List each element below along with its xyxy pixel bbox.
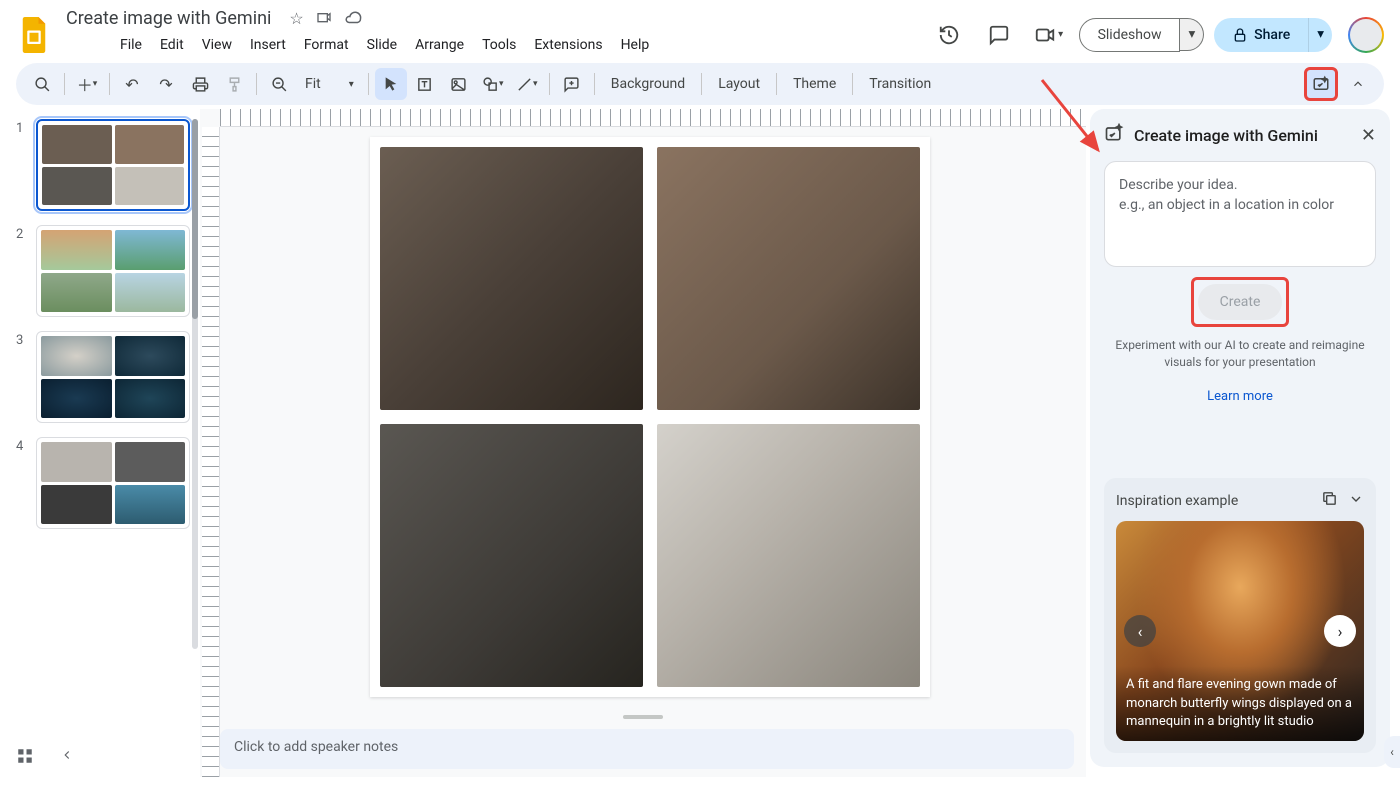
menu-arrange[interactable]: Arrange bbox=[407, 33, 472, 57]
history-icon[interactable] bbox=[929, 15, 969, 55]
slides-logo[interactable] bbox=[16, 17, 52, 53]
prompt-placeholder-line2: e.g., an object in a location in color bbox=[1119, 196, 1361, 216]
slide-thumb-4[interactable] bbox=[36, 437, 190, 529]
ruler-horizontal[interactable] bbox=[220, 109, 1086, 127]
slide-num: 1 bbox=[16, 119, 30, 211]
select-tool-icon[interactable] bbox=[375, 68, 407, 100]
slide-image-1[interactable] bbox=[380, 147, 643, 410]
shape-icon[interactable]: ▾ bbox=[477, 68, 509, 100]
close-icon[interactable]: ✕ bbox=[1361, 125, 1376, 146]
slide-image-4[interactable] bbox=[657, 424, 920, 687]
slide-thumb-3[interactable] bbox=[36, 331, 190, 423]
search-menu-icon[interactable] bbox=[26, 68, 58, 100]
menu-format[interactable]: Format bbox=[296, 33, 357, 57]
image-icon[interactable] bbox=[443, 68, 475, 100]
account-avatar[interactable] bbox=[1348, 17, 1384, 53]
slide-num: 4 bbox=[16, 437, 30, 529]
menubar: File Edit View Insert Format Slide Arran… bbox=[60, 31, 921, 63]
zoom-value: Fit bbox=[305, 76, 321, 92]
menu-view[interactable]: View bbox=[194, 33, 240, 57]
share-dropdown[interactable]: ▾ bbox=[1308, 18, 1332, 52]
redo-icon[interactable]: ↷ bbox=[150, 68, 182, 100]
print-icon[interactable] bbox=[184, 68, 216, 100]
inspiration-prev-icon[interactable]: ‹ bbox=[1124, 615, 1156, 647]
undo-icon[interactable]: ↶ bbox=[116, 68, 148, 100]
layout-button[interactable]: Layout bbox=[708, 70, 770, 98]
collapse-filmstrip-icon[interactable] bbox=[60, 747, 74, 769]
present-video-icon[interactable]: ▾ bbox=[1029, 15, 1069, 55]
slide-thumb-1[interactable] bbox=[36, 119, 190, 211]
menu-insert[interactable]: Insert bbox=[242, 33, 294, 57]
toolbar: ＋ ▾ ↶ ↷ Fit▾ ▾ ▾ Background Layout Theme… bbox=[16, 63, 1384, 105]
slideshow-button[interactable]: Slideshow bbox=[1079, 18, 1181, 52]
create-button-highlight: Create bbox=[1191, 277, 1290, 327]
create-button[interactable]: Create bbox=[1198, 284, 1283, 320]
menu-tools[interactable]: Tools bbox=[474, 33, 524, 57]
slideshow-dropdown[interactable]: ▾ bbox=[1180, 18, 1204, 51]
menu-slide[interactable]: Slide bbox=[359, 33, 405, 57]
inspiration-next-icon[interactable]: › bbox=[1324, 615, 1356, 647]
collapse-toolbar-icon[interactable] bbox=[1342, 68, 1374, 100]
doc-title[interactable]: Create image with Gemini bbox=[60, 6, 277, 31]
share-label: Share bbox=[1254, 27, 1290, 43]
filmstrip-scrollbar[interactable] bbox=[192, 119, 198, 649]
background-button[interactable]: Background bbox=[601, 70, 695, 98]
gemini-image-tool-icon[interactable] bbox=[1304, 67, 1338, 101]
comments-icon[interactable] bbox=[979, 15, 1019, 55]
menu-file[interactable]: File bbox=[112, 33, 150, 57]
slide-thumb-2[interactable] bbox=[36, 225, 190, 317]
sidepanel-description: Experiment with our AI to create and rei… bbox=[1104, 337, 1376, 371]
menu-extensions[interactable]: Extensions bbox=[526, 33, 610, 57]
slide-canvas[interactable] bbox=[370, 137, 930, 697]
cloud-status-icon[interactable] bbox=[344, 9, 362, 31]
sidepanel-title: Create image with Gemini bbox=[1134, 126, 1351, 145]
side-toggle-icon[interactable]: ‹ bbox=[1384, 736, 1400, 768]
menu-help[interactable]: Help bbox=[613, 33, 658, 57]
slide-num: 2 bbox=[16, 225, 30, 317]
theme-button[interactable]: Theme bbox=[783, 70, 846, 98]
slide-image-3[interactable] bbox=[380, 424, 643, 687]
canvas-area: Click to add speaker notes bbox=[200, 109, 1086, 777]
textbox-icon[interactable] bbox=[409, 68, 441, 100]
copy-icon[interactable] bbox=[1321, 490, 1338, 511]
inspiration-caption: A fit and flare evening gown made of mon… bbox=[1116, 666, 1364, 741]
zoom-icon[interactable] bbox=[263, 68, 295, 100]
line-icon[interactable]: ▾ bbox=[511, 68, 543, 100]
inspiration-label: Inspiration example bbox=[1116, 493, 1311, 509]
slide-num: 3 bbox=[16, 331, 30, 423]
inspiration-card: Inspiration example ‹ › A fit and flare … bbox=[1104, 478, 1376, 753]
slide-image-2[interactable] bbox=[657, 147, 920, 410]
zoom-select[interactable]: Fit▾ bbox=[297, 72, 362, 96]
share-button[interactable]: Share bbox=[1214, 18, 1308, 52]
new-slide-icon[interactable]: ＋ ▾ bbox=[71, 68, 103, 100]
chevron-down-icon[interactable] bbox=[1348, 491, 1364, 511]
filmstrip: 1 2 3 bbox=[0, 109, 200, 777]
star-icon[interactable]: ☆ bbox=[289, 9, 303, 31]
learn-more-link[interactable]: Learn more bbox=[1104, 389, 1376, 404]
inspiration-image[interactable]: ‹ › A fit and flare evening gown made of… bbox=[1116, 521, 1364, 741]
notes-resize-handle[interactable] bbox=[623, 715, 663, 719]
move-icon[interactable] bbox=[316, 9, 332, 31]
paint-format-icon[interactable] bbox=[218, 68, 250, 100]
grid-view-icon[interactable] bbox=[16, 747, 34, 769]
gemini-sidepanel: Create image with Gemini ✕ Describe your… bbox=[1090, 109, 1390, 767]
prompt-input[interactable]: Describe your idea. e.g., an object in a… bbox=[1104, 161, 1376, 267]
menu-edit[interactable]: Edit bbox=[152, 33, 192, 57]
comment-add-icon[interactable] bbox=[556, 68, 588, 100]
prompt-placeholder-line1: Describe your idea. bbox=[1119, 176, 1361, 196]
transition-button[interactable]: Transition bbox=[859, 70, 941, 98]
speaker-notes[interactable]: Click to add speaker notes bbox=[220, 729, 1074, 769]
ruler-vertical[interactable] bbox=[202, 127, 220, 777]
sparkle-image-icon bbox=[1104, 123, 1124, 147]
